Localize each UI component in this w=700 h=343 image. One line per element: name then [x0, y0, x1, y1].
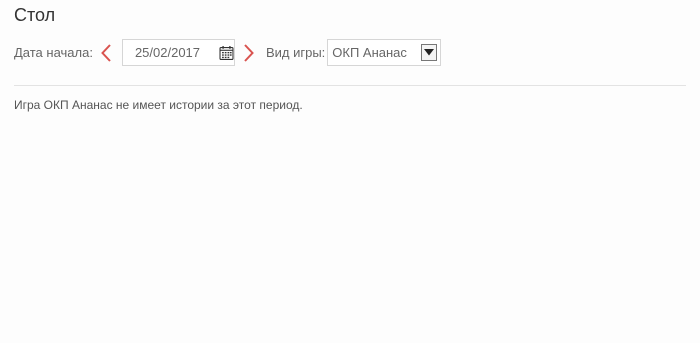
empty-history-message: Игра ОКП Ананас не имеет истории за этот…: [14, 98, 303, 112]
chevron-right-icon: [244, 43, 254, 62]
prev-date-button[interactable]: [97, 43, 115, 63]
start-date-field: [121, 39, 235, 66]
page-title: Стол: [14, 5, 56, 25]
game-type-label: Вид игры:: [265, 45, 326, 60]
game-type-select[interactable]: ОКП Ананас: [327, 39, 442, 66]
chevron-down-icon: [424, 49, 435, 56]
chevron-left-icon: [101, 43, 111, 62]
game-type-selected-value: ОКП Ананас: [332, 45, 407, 60]
filter-bar: Дата начала: 25/02/2017 Вид игры: ОКП Ан…: [14, 38, 442, 67]
divider: [14, 85, 686, 86]
calendar-icon[interactable]: [219, 42, 234, 64]
page-root: Стол Дата начала: 25/02/2017 Вид игры: О…: [0, 0, 700, 343]
next-date-button[interactable]: [240, 43, 258, 63]
start-date-input[interactable]: [122, 45, 215, 60]
game-type-dropdown-button[interactable]: [421, 44, 438, 61]
start-date-label: Дата начала:: [14, 45, 93, 60]
